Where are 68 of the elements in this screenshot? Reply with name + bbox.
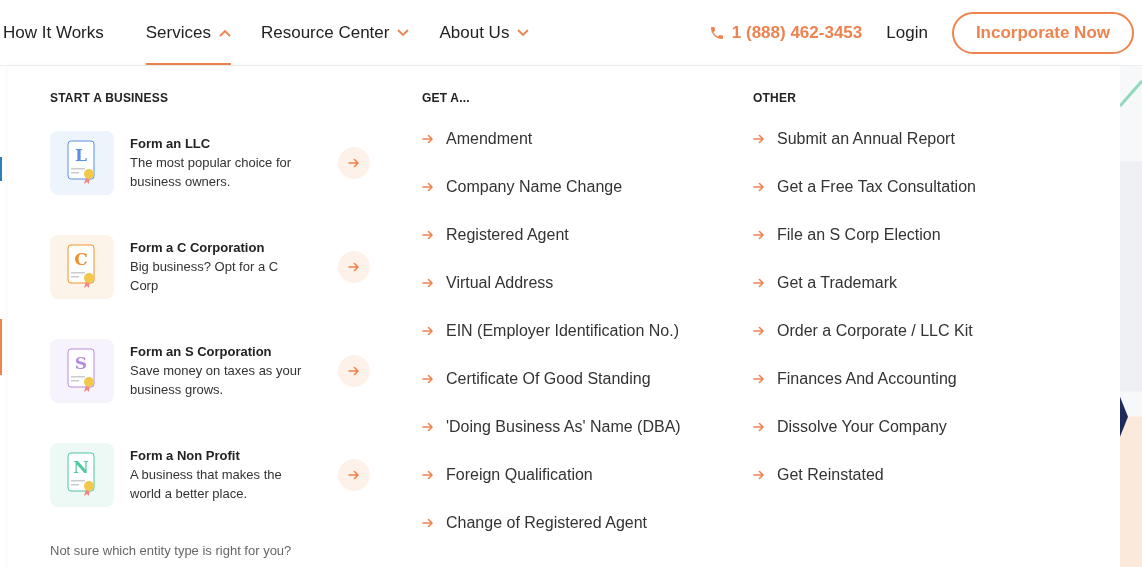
menu-link[interactable]: File an S Corp Election bbox=[777, 226, 941, 244]
arrow-icon bbox=[753, 325, 765, 337]
card-description: Big business? Opt for a C Corp bbox=[130, 258, 280, 295]
certificate-icon: N bbox=[50, 443, 114, 507]
arrow-button[interactable] bbox=[338, 147, 370, 179]
menu-link[interactable]: Registered Agent bbox=[446, 226, 569, 244]
section-heading: GET A... bbox=[422, 91, 471, 105]
arrow-icon bbox=[422, 181, 434, 193]
arrow-icon bbox=[348, 365, 360, 377]
arrow-button[interactable] bbox=[338, 355, 370, 387]
arrow-button[interactable] bbox=[338, 251, 370, 283]
card-description: A business that makes the world a better place. bbox=[130, 466, 283, 503]
edge-bar bbox=[0, 319, 2, 375]
menu-link[interactable]: Foreign Qualification bbox=[446, 466, 593, 484]
section-heading: START A BUSINESS bbox=[50, 91, 170, 105]
menu-link[interactable]: Order a Corporate / LLC Kit bbox=[777, 322, 973, 340]
menu-link[interactable]: Amendment bbox=[446, 130, 533, 148]
card-description: Save money on taxes as your business grows. bbox=[130, 362, 303, 399]
arrow-icon bbox=[753, 373, 765, 385]
arrow-button[interactable] bbox=[338, 459, 370, 491]
card-title[interactable]: Form an S Corporation bbox=[130, 343, 306, 361]
menu-link[interactable]: Finances And Accounting bbox=[777, 370, 957, 388]
phone-icon bbox=[708, 24, 725, 41]
card-title[interactable]: Form a C Corporation bbox=[130, 239, 306, 257]
arrow-icon bbox=[753, 421, 765, 433]
menu-link[interactable]: 'Doing Business As' Name (DBA) bbox=[446, 418, 681, 436]
arrow-icon bbox=[422, 325, 434, 337]
arrow-icon bbox=[348, 469, 360, 481]
chevron-icon bbox=[218, 28, 231, 37]
menu-link[interactable]: Submit an Annual Report bbox=[777, 130, 955, 148]
nav-link[interactable]: How It Works bbox=[3, 0, 104, 65]
nav-link[interactable]: About Us bbox=[439, 0, 530, 65]
chevron-icon bbox=[397, 28, 410, 37]
menu-link[interactable]: Dissolve Your Company bbox=[777, 418, 947, 436]
arrow-icon bbox=[422, 373, 434, 385]
arrow-icon bbox=[422, 229, 434, 241]
chevron-icon bbox=[517, 28, 530, 37]
section-heading: OTHER bbox=[753, 91, 797, 105]
menu-link[interactable]: Get a Trademark bbox=[777, 274, 898, 292]
certificate-icon: L bbox=[50, 131, 114, 195]
menu-link[interactable]: Change of Registered Agent bbox=[446, 514, 648, 532]
arrow-icon bbox=[753, 133, 765, 145]
help-text: Not sure which entity type is right for you? bbox=[50, 543, 293, 558]
menu-link[interactable]: Get a Free Tax Consultation bbox=[777, 178, 976, 196]
arrow-icon bbox=[422, 421, 434, 433]
arrow-icon bbox=[348, 157, 360, 169]
card-title[interactable]: Form an LLC bbox=[130, 135, 306, 153]
certificate-icon: S bbox=[50, 339, 114, 403]
nav-link[interactable]: Resource Center bbox=[260, 0, 410, 65]
arrow-icon bbox=[422, 277, 434, 289]
arrow-icon bbox=[422, 469, 434, 481]
menu-link[interactable]: Get Reinstated bbox=[777, 466, 884, 484]
card-description: The most popular choice for business owners. bbox=[130, 154, 293, 191]
menu-link[interactable]: Certificate Of Good Standing bbox=[446, 370, 651, 388]
edge-bar bbox=[0, 157, 2, 181]
arrow-icon bbox=[348, 261, 360, 273]
arrow-icon bbox=[422, 133, 434, 145]
arrow-icon bbox=[753, 469, 765, 481]
certificate-icon: C bbox=[50, 235, 114, 299]
menu-link[interactable]: Virtual Address bbox=[446, 274, 554, 292]
arrow-icon bbox=[753, 181, 765, 193]
arrow-icon bbox=[753, 229, 765, 241]
card-title[interactable]: Form a Non Profit bbox=[130, 447, 306, 465]
arrow-icon bbox=[422, 517, 434, 529]
login-link[interactable]: Login bbox=[886, 22, 928, 43]
menu-link[interactable]: EIN (Employer Identification No.) bbox=[446, 322, 679, 340]
menu-link[interactable]: Company Name Change bbox=[446, 178, 623, 196]
arrow-icon bbox=[753, 277, 765, 289]
